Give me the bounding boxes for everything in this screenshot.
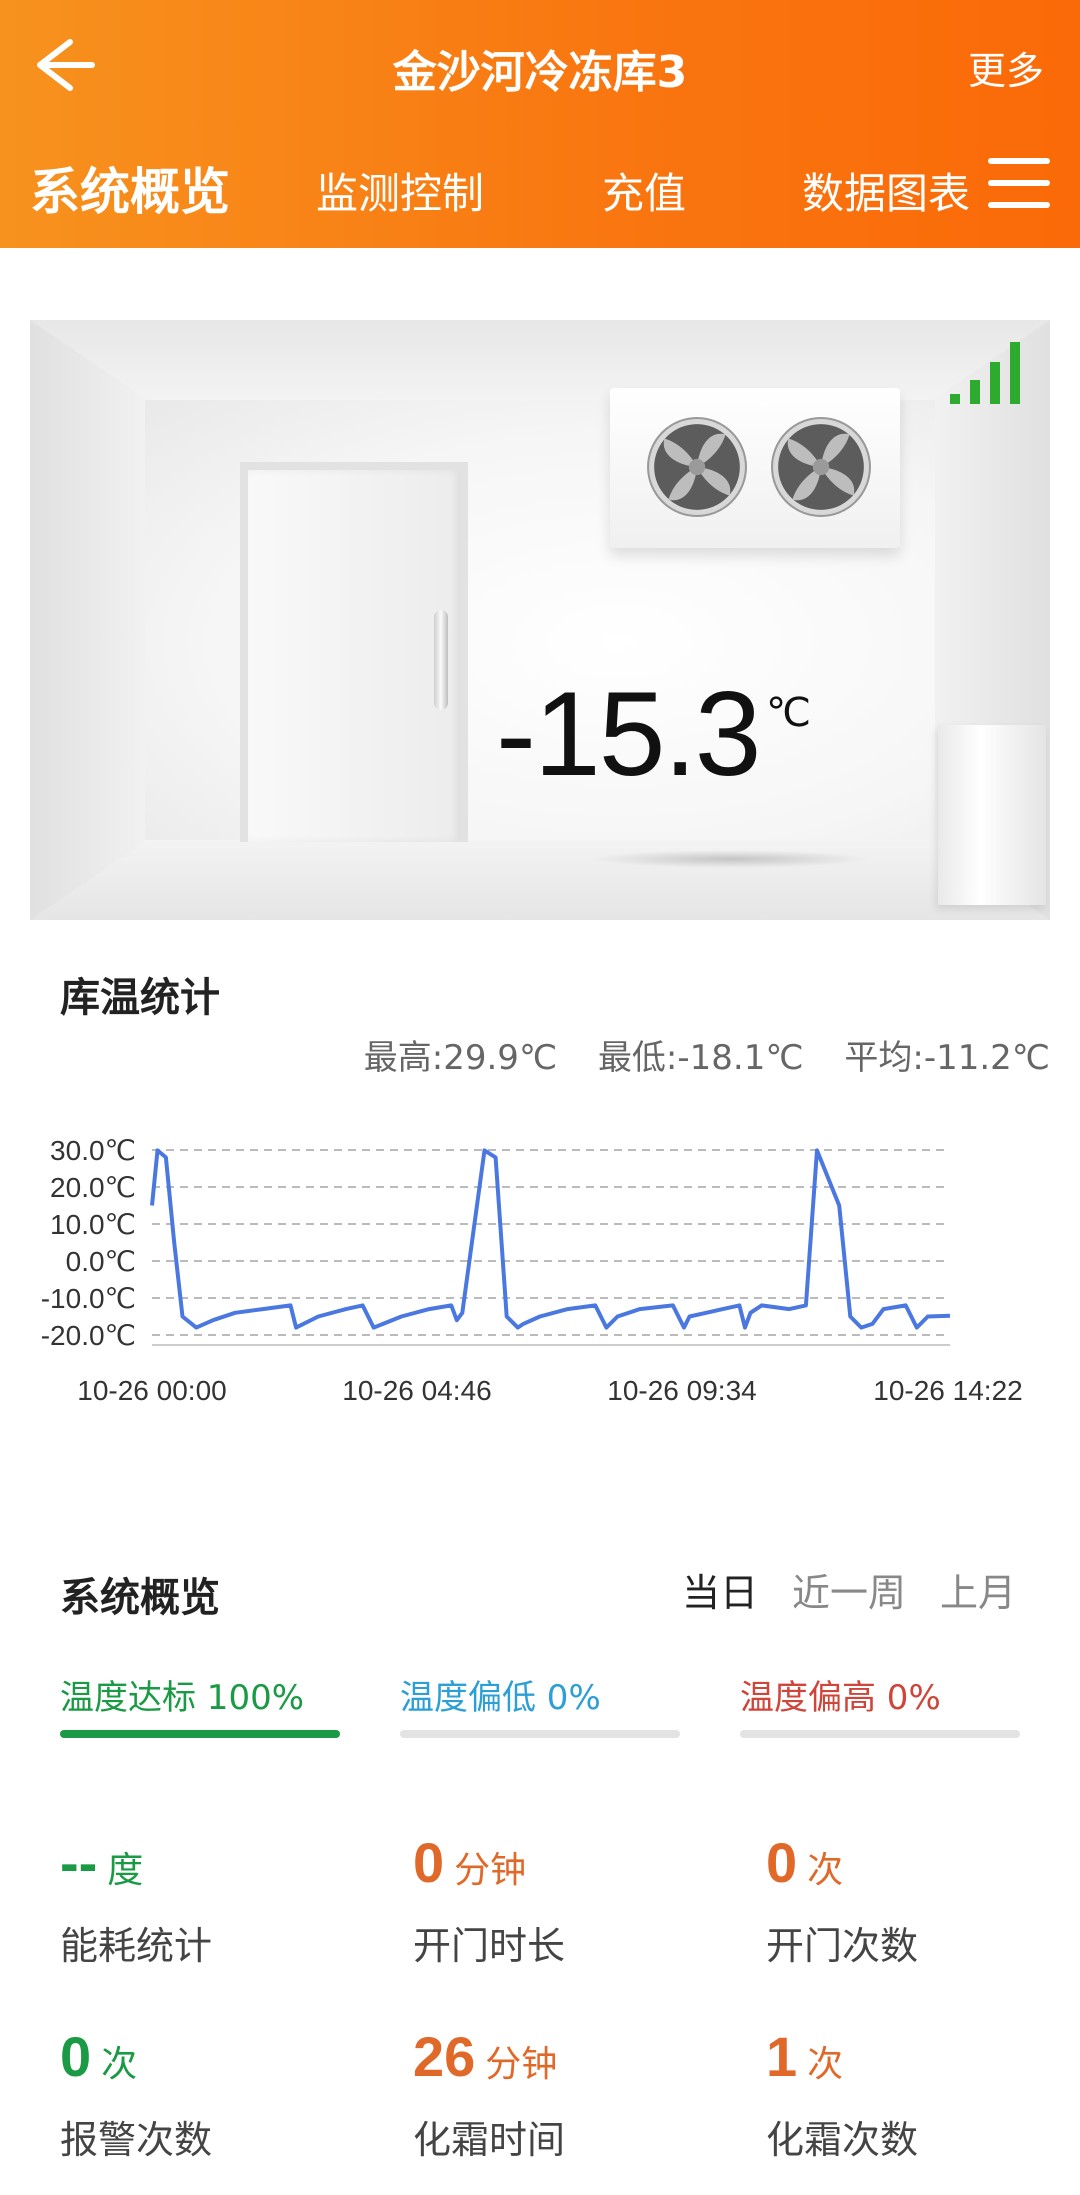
metric-value: 0 [766,1831,798,1894]
metric-door-open-duration: 0 分钟 开门时长 [413,1830,743,1970]
metric-unit: 次 [101,2044,138,2085]
compliance-normal: 温度达标 100% [60,1678,305,1718]
evaporator-unit [610,388,900,548]
signal-bars-icon [950,342,1020,404]
metric-label: 报警次数 [60,2118,213,2162]
more-button[interactable]: 更多 [968,40,1044,95]
temp-stats-title: 库温统计 [60,975,220,1021]
tab-overview[interactable]: 系统概览 [30,152,230,224]
metric-unit: 分钟 [485,2044,558,2085]
period-today[interactable]: 当日 [682,1562,758,1617]
app-header: 金沙河冷冻库3 更多 系统概览 监测控制 充值 数据图表 [0,0,1080,248]
x-tick-label: 10-26 14:22 [873,1375,1022,1406]
compliance-normal-bar [60,1730,340,1738]
x-tick-label: 10-26 00:00 [77,1375,226,1406]
metric-label: 化霜时间 [413,2118,566,2162]
stat-min: 最低:-18.1℃ [597,1038,804,1078]
stat-max: 最高:29.9℃ [363,1038,558,1078]
cold-room-door [240,462,468,842]
metric-label: 化霜次数 [766,2118,919,2162]
y-tick-label: 0.0℃ [66,1246,136,1277]
menu-icon[interactable] [988,158,1050,216]
tab-bar: 系统概览 监测控制 充值 数据图表 [0,152,1080,232]
page-title: 金沙河冷冻库3 [392,47,688,98]
metric-unit: 度 [107,1850,144,1891]
tab-recharge[interactable]: 充值 [602,160,686,221]
y-tick-label: -20.0℃ [41,1320,136,1351]
tab-monitor[interactable]: 监测控制 [316,160,484,221]
scene-floor [30,840,1050,920]
metric-value: 0 [60,2025,92,2088]
compliance-low-bar [400,1730,680,1738]
y-tick-label: 30.0℃ [50,1135,136,1166]
compliance-high-bar [740,1730,1020,1738]
metric-alarm-count: 0次 报警次数 [60,2024,390,2164]
floor-shadow [590,850,870,868]
metric-value: -- [60,1831,98,1894]
metric-unit: 次 [807,1850,844,1891]
metric-value: 0 [413,1831,445,1894]
overview-title: 系统概览 [60,1575,220,1621]
period-week[interactable]: 近一周 [792,1562,906,1617]
y-tick-label: 20.0℃ [50,1172,136,1203]
temperature-line-chart: 30.0℃ 20.0℃ 10.0℃ 0.0℃ -10.0℃ -20.0℃ 10-26 00:… [41,1135,1023,1406]
temperature-series-line [150,1148,951,1330]
stat-avg: 平均:-11.2℃ [844,1038,1050,1078]
metric-value: 1 [766,2025,798,2088]
metric-energy: -- 度 能耗统计 [60,1830,390,1970]
metric-label: 能耗统计 [60,1924,213,1968]
metric-door-open-count: 0次 开门次数 [766,1830,1080,1970]
x-tick-label: 10-26 04:46 [342,1375,491,1406]
metric-unit: 次 [807,2044,844,2085]
temperature-unit: ℃ [766,690,811,736]
fan-icon [771,417,871,517]
metric-unit: 分钟 [454,1850,527,1891]
condenser-unit [938,725,1046,905]
y-tick-label: 10.0℃ [50,1209,136,1240]
y-tick-label: -10.0℃ [41,1283,136,1314]
metric-defrost-time: 26 分钟 化霜时间 [413,2024,743,2164]
tab-data-charts[interactable]: 数据图表 [802,160,970,221]
compliance-high: 温度偏高 0% [740,1678,941,1718]
metric-label: 开门次数 [766,1924,919,1968]
cold-room-scene: -15.3 ℃ [30,320,1050,920]
period-last-month[interactable]: 上月 [940,1562,1016,1617]
fan-icon [647,417,747,517]
scene-left-wall [30,320,145,920]
metric-label: 开门时长 [413,1924,566,1968]
metric-value: 26 [413,2025,476,2088]
current-temperature: -15.3 [496,667,762,801]
door-handle [434,610,448,710]
metric-defrost-count: 1次 化霜次数 [766,2024,1080,2164]
compliance-low: 温度偏低 0% [400,1678,601,1718]
temp-stats-summary: 最高:29.9℃ 最低:-18.1℃ 平均:-11.2℃ [334,1030,1050,1079]
x-tick-label: 10-26 09:34 [607,1375,756,1406]
